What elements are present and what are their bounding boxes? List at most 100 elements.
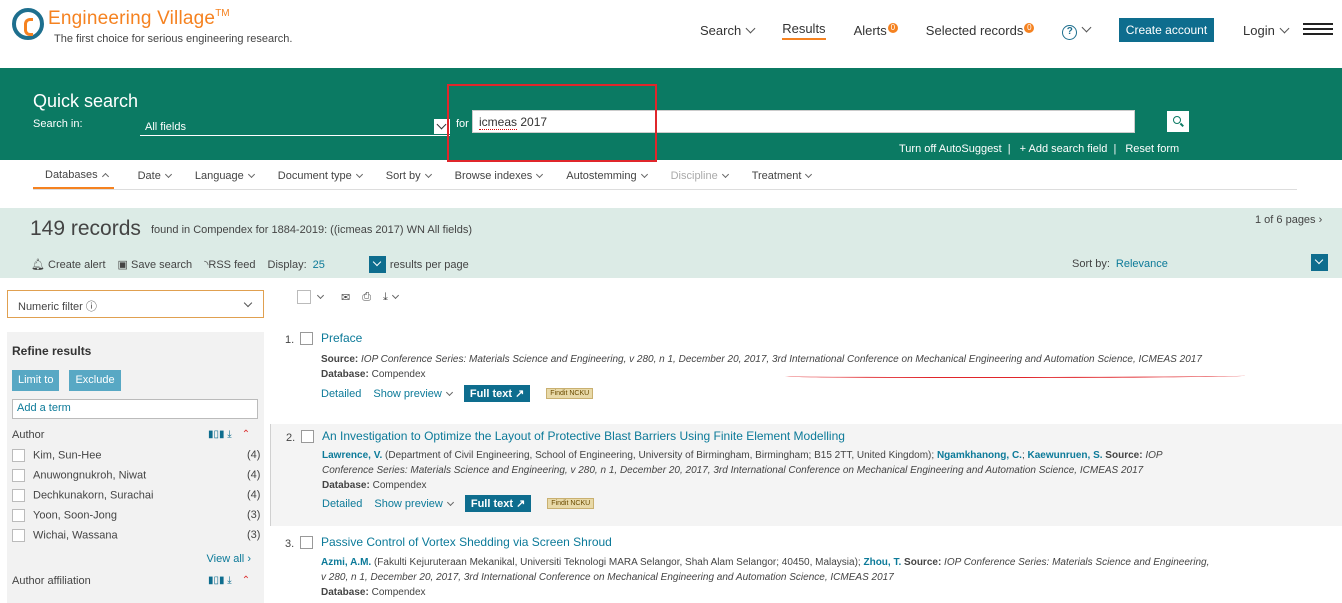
autosuggest-toggle-link[interactable]: Turn off AutoSuggest bbox=[899, 143, 1002, 155]
chevron-down-icon bbox=[1081, 22, 1092, 32]
hamburger-menu-icon[interactable] bbox=[1303, 23, 1333, 35]
per-page-dropdown[interactable] bbox=[368, 256, 386, 273]
filter-document-type[interactable]: Document type bbox=[278, 162, 363, 188]
add-term-input[interactable]: Add a term bbox=[12, 399, 258, 419]
facet-item[interactable]: Wichai, Wassana (3) bbox=[12, 529, 260, 543]
nav-alerts[interactable]: Alerts 0 bbox=[854, 23, 898, 38]
author-facet-title: Author bbox=[12, 429, 45, 441]
result-title[interactable]: Preface bbox=[321, 331, 362, 345]
facet-item[interactable]: Dechkunakorn, Surachai (4) bbox=[12, 489, 260, 503]
sort-dropdown[interactable] bbox=[1311, 254, 1332, 274]
record-count: 149 records bbox=[30, 217, 141, 240]
result-title[interactable]: Passive Control of Vortex Shedding via S… bbox=[321, 535, 612, 549]
author-link[interactable]: Ngamkhanong, C. bbox=[937, 450, 1022, 461]
nav-selected-records[interactable]: Selected records 0 bbox=[926, 23, 1035, 38]
facet-item[interactable]: Anuwongnukroh, Niwat (4) bbox=[12, 469, 260, 483]
email-icon[interactable]: ✉ bbox=[341, 291, 350, 304]
filter-browse-indexes[interactable]: Browse indexes bbox=[455, 162, 544, 188]
page-indicator: 1 of 6 pages bbox=[1255, 214, 1316, 226]
result-checkbox[interactable] bbox=[300, 536, 313, 549]
reset-form-link[interactable]: Reset form bbox=[1125, 143, 1179, 155]
result-actions: Detailed Show preview Full text ↗ Findit… bbox=[322, 495, 595, 512]
chevron-right-icon[interactable]: › bbox=[1319, 214, 1323, 226]
select-all-checkbox[interactable] bbox=[297, 290, 311, 304]
full-text-button[interactable]: Full text ↗ bbox=[464, 495, 532, 512]
filter-date[interactable]: Date bbox=[138, 162, 172, 188]
search-button[interactable] bbox=[1167, 111, 1189, 132]
limit-to-button[interactable]: Limit to bbox=[12, 370, 60, 391]
filter-autostemming[interactable]: Autostemming bbox=[566, 162, 648, 188]
help-menu[interactable]: ? bbox=[1062, 22, 1092, 40]
highlight-annotation bbox=[447, 84, 657, 162]
per-page-label: results per page bbox=[389, 258, 469, 271]
result-number: 1. bbox=[285, 334, 295, 346]
facet-checkbox[interactable] bbox=[12, 489, 25, 502]
full-text-button[interactable]: Full text ↗ bbox=[463, 385, 531, 402]
rss-feed-link[interactable]: ◝RSS feed bbox=[204, 258, 255, 271]
facet-checkbox[interactable] bbox=[12, 509, 25, 522]
filter-databases[interactable]: Databases bbox=[33, 161, 114, 189]
result-database: Database: Compendex bbox=[321, 369, 426, 380]
download-icon[interactable]: ⤓ bbox=[227, 575, 231, 586]
affiliation-facet-title: Author affiliation bbox=[12, 575, 91, 587]
chart-icon[interactable]: ▮▯▮ bbox=[208, 429, 225, 440]
search-links: Turn off AutoSuggest | + Add search field… bbox=[899, 143, 1180, 155]
filter-treatment[interactable]: Treatment bbox=[752, 162, 813, 188]
facet-checkbox[interactable] bbox=[12, 529, 25, 542]
pagination[interactable]: 1 of 6 pages › bbox=[1255, 214, 1322, 226]
findit-ncku-button[interactable]: Findit NCKU bbox=[546, 388, 594, 399]
result-title[interactable]: An Investigation to Optimize the Layout … bbox=[322, 429, 845, 443]
collapse-icon[interactable]: ⌃ bbox=[242, 429, 250, 440]
findit-ncku-button[interactable]: Findit NCKU bbox=[547, 498, 595, 509]
save-search-link[interactable]: ▣ Save search bbox=[118, 258, 193, 271]
exclude-button[interactable]: Exclude bbox=[69, 370, 121, 391]
result-checkbox[interactable] bbox=[300, 332, 313, 345]
detailed-link[interactable]: Detailed bbox=[322, 498, 362, 510]
author-link[interactable]: Kaewunruen, S. bbox=[1028, 450, 1103, 461]
search-in-label: Search in: bbox=[33, 118, 83, 130]
search-field-value: All fields bbox=[145, 121, 186, 133]
search-field-select[interactable]: All fields bbox=[140, 119, 450, 136]
chart-icon[interactable]: ▮▯▮ bbox=[208, 575, 225, 586]
selected-badge: 0 bbox=[1024, 23, 1035, 33]
facet-item[interactable]: Kim, Sun-Hee (4) bbox=[12, 449, 260, 463]
chevron-down-icon[interactable] bbox=[316, 291, 325, 299]
print-icon[interactable]: ⎙ bbox=[362, 291, 371, 304]
result-number: 3. bbox=[285, 538, 295, 550]
result-authors: Lawrence, V. (Department of Civil Engine… bbox=[322, 450, 1163, 461]
create-account-button[interactable]: Create account bbox=[1119, 18, 1214, 42]
chevron-down-icon bbox=[243, 298, 253, 308]
numeric-filter[interactable]: Numeric filter ⓘ bbox=[7, 290, 264, 318]
login-label: Login bbox=[1243, 23, 1275, 38]
download-icon[interactable]: ⤓ bbox=[227, 429, 231, 440]
detailed-link[interactable]: Detailed bbox=[321, 388, 361, 400]
show-preview-link[interactable]: Show preview bbox=[374, 498, 454, 510]
author-link[interactable]: Zhou, T. bbox=[863, 557, 901, 568]
result-item: 1. Preface Source: IOP Conference Series… bbox=[270, 326, 1342, 420]
author-link[interactable]: Lawrence, V. bbox=[322, 450, 382, 461]
list-tools: ✉ ⎙ ⤓ bbox=[297, 290, 399, 304]
filter-language[interactable]: Language bbox=[195, 162, 255, 188]
numeric-filter-label: Numeric filter bbox=[18, 301, 83, 313]
chevron-down-icon bbox=[355, 170, 363, 178]
view-all-link[interactable]: View all › bbox=[12, 553, 259, 565]
facet-checkbox[interactable] bbox=[12, 469, 25, 482]
author-link[interactable]: Azmi, A.M. bbox=[321, 557, 371, 568]
nav-search[interactable]: Search bbox=[700, 23, 756, 38]
filter-sort-by[interactable]: Sort by bbox=[386, 162, 432, 188]
nav-results[interactable]: Results bbox=[782, 21, 826, 40]
facet-item[interactable]: Yoon, Soon-Jong (3) bbox=[12, 509, 260, 523]
create-alert-link[interactable]: 🔔︎ Create alert bbox=[31, 258, 106, 271]
login-menu[interactable]: Login bbox=[1243, 23, 1290, 38]
facet-checkbox[interactable] bbox=[12, 449, 25, 462]
download-icon[interactable]: ⤓ bbox=[383, 291, 388, 304]
add-search-field-link[interactable]: + Add search field bbox=[1020, 143, 1108, 155]
sort-value[interactable]: Relevance bbox=[1116, 258, 1168, 270]
display-value[interactable]: 25 bbox=[313, 259, 325, 271]
show-preview-link[interactable]: Show preview bbox=[373, 388, 453, 400]
chevron-down-icon[interactable] bbox=[391, 291, 399, 299]
collapse-icon[interactable]: ⌃ bbox=[242, 575, 250, 586]
nav-selected-label: Selected records bbox=[925, 23, 1024, 38]
result-checkbox[interactable] bbox=[301, 430, 314, 443]
ev-logo-icon bbox=[12, 8, 44, 40]
